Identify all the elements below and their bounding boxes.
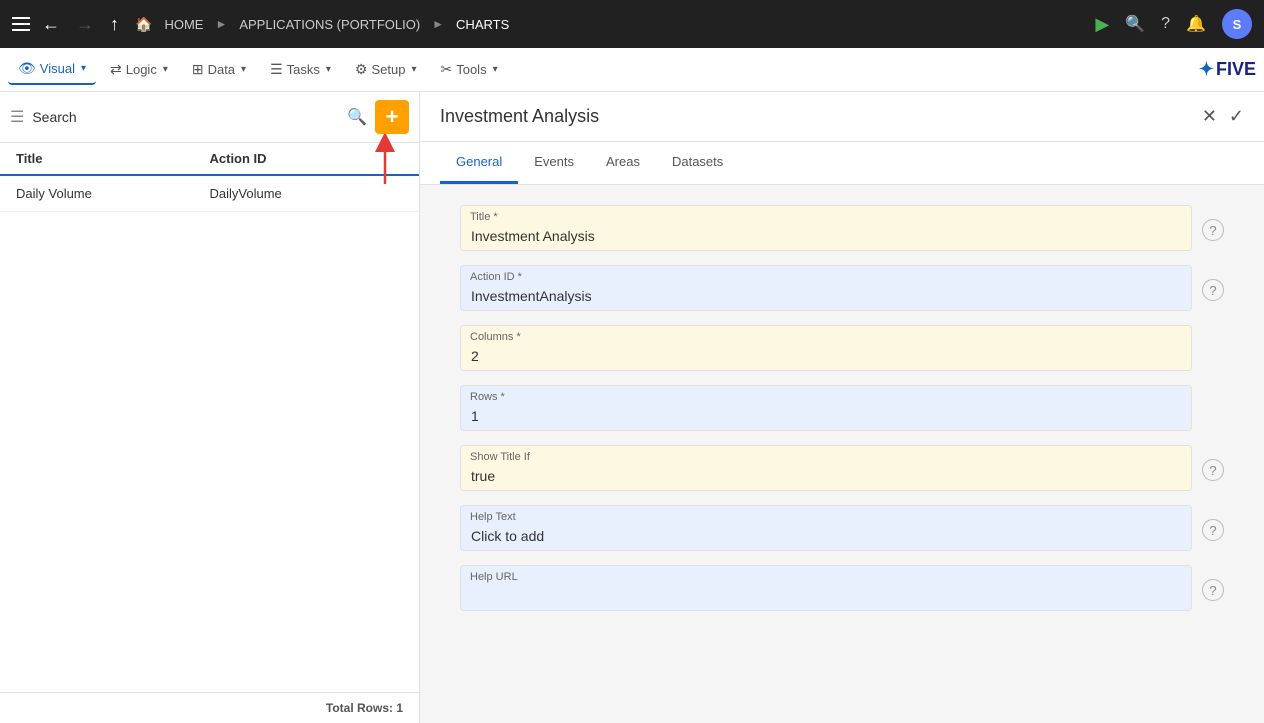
field-label-title: Title * xyxy=(470,211,498,223)
home-icon[interactable]: 🏠 xyxy=(131,12,156,37)
visual-icon: 👁 xyxy=(18,60,36,77)
field-group-helptext: Help Text ? xyxy=(460,505,1224,551)
search-input[interactable] xyxy=(32,109,339,125)
confirm-icon[interactable]: ✓ xyxy=(1229,106,1244,127)
field-wrapper-helptext: Help Text xyxy=(460,505,1192,551)
hamburger-menu[interactable] xyxy=(12,17,30,31)
nav-setup[interactable]: ⚙ Setup ▾ xyxy=(345,55,427,84)
tabs-bar: General Events Areas Datasets xyxy=(420,142,1264,185)
column-title-header: Title xyxy=(16,151,210,166)
help-icon-showtitle[interactable]: ? xyxy=(1202,459,1224,481)
field-wrapper-actionid: Action ID * xyxy=(460,265,1192,311)
logic-icon: ⇄ xyxy=(110,61,122,78)
close-icon[interactable]: ✕ xyxy=(1202,106,1217,127)
panel-title: Investment Analysis xyxy=(440,106,1190,127)
column-actionid-header: Action ID xyxy=(210,151,404,166)
setup-icon: ⚙ xyxy=(355,61,368,78)
field-wrapper-title: Title * xyxy=(460,205,1192,251)
table-body: Daily Volume DailyVolume xyxy=(0,176,419,692)
second-navbar: 👁 Visual ▾ ⇄ Logic ▾ ⊞ Data ▾ ☰ Tasks ▾ … xyxy=(0,48,1264,92)
logic-chevron: ▾ xyxy=(163,64,168,75)
field-group-rows: Rows * ? xyxy=(460,385,1224,431)
form-content: Title * ? Action ID * ? Columns * xyxy=(420,185,1264,723)
tab-datasets[interactable]: Datasets xyxy=(656,142,739,184)
field-label-actionid: Action ID * xyxy=(470,271,522,283)
left-panel: ☰ 🔍 + Title Action ID xyxy=(0,92,420,723)
field-wrapper-helpurl: Help URL xyxy=(460,565,1192,611)
user-avatar[interactable]: S xyxy=(1222,9,1252,39)
field-group-title: Title * ? xyxy=(460,205,1224,251)
help-icon-actionid[interactable]: ? xyxy=(1202,279,1224,301)
search-icon[interactable]: 🔍 xyxy=(347,107,367,127)
field-label-rows: Rows * xyxy=(470,391,505,403)
field-label-showtitle: Show Title If xyxy=(470,451,530,463)
up-icon[interactable]: ↑ xyxy=(106,10,123,39)
field-group-helpurl: Help URL ? xyxy=(460,565,1224,611)
field-input-columns[interactable] xyxy=(460,325,1192,371)
top-navbar: ← → ↑ 🏠 HOME ► APPLICATIONS (PORTFOLIO) … xyxy=(0,0,1264,48)
help-icon-title[interactable]: ? xyxy=(1202,219,1224,241)
row-title: Daily Volume xyxy=(16,186,210,201)
setup-chevron: ▾ xyxy=(411,64,416,75)
data-chevron: ▾ xyxy=(241,64,246,75)
right-header: Investment Analysis ✕ ✓ xyxy=(420,92,1264,142)
field-group-showtitle: Show Title If ? xyxy=(460,445,1224,491)
row-actionid: DailyVolume xyxy=(210,186,404,201)
add-button[interactable]: + xyxy=(375,100,409,134)
notifications-icon[interactable]: 🔔 xyxy=(1186,14,1206,34)
field-label-helptext: Help Text xyxy=(470,511,516,523)
play-icon[interactable]: ▶ xyxy=(1095,14,1109,35)
help-icon-helpurl[interactable]: ? xyxy=(1202,579,1224,601)
tools-icon: ✂ xyxy=(440,61,452,78)
nav-right: ▶ 🔍 ? 🔔 S xyxy=(1095,9,1252,39)
nav-visual[interactable]: 👁 Visual ▾ xyxy=(8,54,96,85)
field-input-helpurl[interactable] xyxy=(460,565,1192,611)
right-panel: Investment Analysis ✕ ✓ General Events A… xyxy=(420,92,1264,723)
table-footer: Total Rows: 1 xyxy=(0,692,419,723)
table-row[interactable]: Daily Volume DailyVolume xyxy=(0,176,419,212)
back-icon[interactable]: ← xyxy=(38,10,64,39)
field-wrapper-rows: Rows * xyxy=(460,385,1192,431)
tab-events[interactable]: Events xyxy=(518,142,590,184)
field-input-title[interactable] xyxy=(460,205,1192,251)
nav-data[interactable]: ⊞ Data ▾ xyxy=(182,55,256,84)
help-icon-helptext[interactable]: ? xyxy=(1202,519,1224,541)
help-nav-icon[interactable]: ? xyxy=(1161,15,1170,33)
nav-tools[interactable]: ✂ Tools ▾ xyxy=(430,55,507,84)
field-input-helptext[interactable] xyxy=(460,505,1192,551)
applications-breadcrumb[interactable]: APPLICATIONS (PORTFOLIO) xyxy=(239,17,420,32)
home-breadcrumb[interactable]: HOME xyxy=(164,17,203,32)
search-nav-icon[interactable]: 🔍 xyxy=(1125,14,1145,34)
field-input-actionid[interactable] xyxy=(460,265,1192,311)
breadcrumb-chevron-2: ► xyxy=(432,17,444,31)
breadcrumb-chevron-1: ► xyxy=(215,17,227,31)
nav-logic[interactable]: ⇄ Logic ▾ xyxy=(100,55,178,84)
forward-icon[interactable]: → xyxy=(72,10,98,39)
five-logo: ✦ FIVE xyxy=(1199,59,1256,80)
tab-areas[interactable]: Areas xyxy=(590,142,656,184)
table-header: Title Action ID xyxy=(0,143,419,176)
data-icon: ⊞ xyxy=(192,61,204,78)
field-group-columns: Columns * ? xyxy=(460,325,1224,371)
field-group-actionid: Action ID * ? xyxy=(460,265,1224,311)
visual-chevron: ▾ xyxy=(81,63,86,74)
tab-general[interactable]: General xyxy=(440,142,518,184)
field-input-showtitle[interactable] xyxy=(460,445,1192,491)
search-bar: ☰ 🔍 + xyxy=(0,92,419,143)
field-label-helpurl: Help URL xyxy=(470,571,518,583)
field-input-rows[interactable] xyxy=(460,385,1192,431)
field-wrapper-columns: Columns * xyxy=(460,325,1192,371)
charts-breadcrumb[interactable]: CHARTS xyxy=(456,17,509,32)
main-area: ☰ 🔍 + Title Action ID xyxy=(0,92,1264,723)
filter-icon[interactable]: ☰ xyxy=(10,107,24,127)
nav-tasks[interactable]: ☰ Tasks ▾ xyxy=(260,55,341,84)
field-wrapper-showtitle: Show Title If xyxy=(460,445,1192,491)
tools-chevron: ▾ xyxy=(493,64,498,75)
field-label-columns: Columns * xyxy=(470,331,521,343)
tasks-icon: ☰ xyxy=(270,61,283,78)
tasks-chevron: ▾ xyxy=(326,64,331,75)
